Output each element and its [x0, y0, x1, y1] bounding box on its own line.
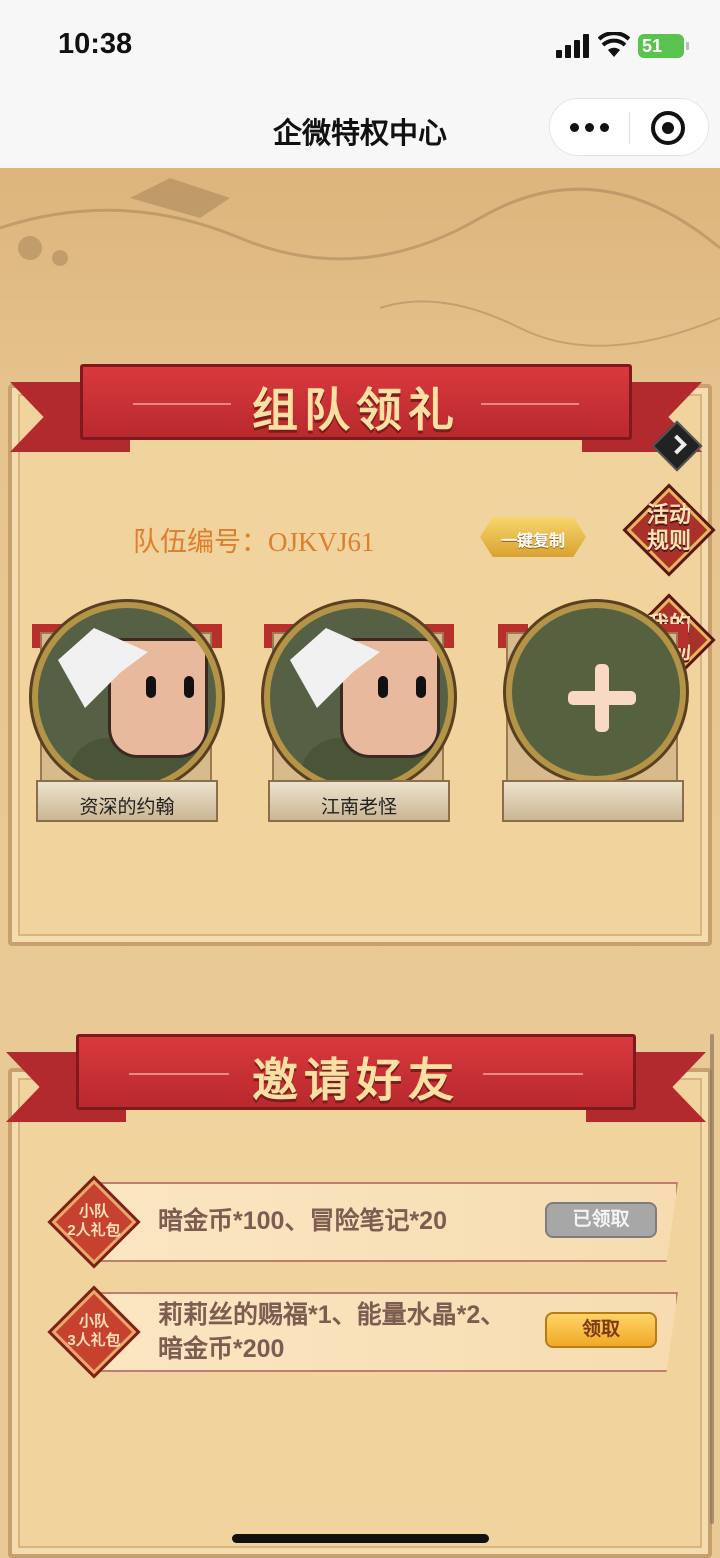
nav-bar: 企微特权中心 — [0, 88, 720, 168]
team-ribbon: 组队领礼 — [10, 364, 702, 452]
signal-icon — [556, 34, 592, 58]
member-name-plate — [502, 780, 684, 822]
reward-text: 暗金币*100、冒险笔记*20 — [158, 1207, 447, 1235]
member-name-plate: 资深的约翰 — [36, 780, 218, 822]
avatar — [32, 602, 222, 792]
copy-button[interactable]: 一键复制 — [480, 517, 586, 557]
team-gift-badge: 小队 3人礼包 — [48, 1286, 140, 1378]
invite-member-slot[interactable] — [498, 602, 688, 832]
add-member-button[interactable] — [506, 602, 686, 782]
mini-program-capsule — [549, 98, 709, 156]
map-illustration — [0, 178, 720, 347]
reward-row: 小队 3人礼包 莉莉丝的赐福*1、能量水晶*2、 暗金币*200 领取 — [48, 1286, 678, 1378]
invite-section-title: 邀请好友 — [252, 1054, 460, 1106]
team-id-label: 队伍编号：OJKVJ61 — [133, 527, 375, 557]
reward-row: 小队 2人礼包 暗金币*100、冒险笔记*20 已领取 — [48, 1176, 678, 1268]
status-bar: 10:38 51 — [0, 0, 720, 88]
plus-icon — [568, 664, 636, 732]
reward-text: 莉莉丝的赐福*1、能量水晶*2、 暗金币*200 — [158, 1301, 506, 1363]
more-icon[interactable] — [570, 121, 610, 135]
close-mini-program-icon[interactable] — [651, 111, 685, 145]
chevron-right-icon — [667, 434, 687, 455]
member-name-plate: 江南老怪 — [268, 780, 450, 822]
wifi-icon — [598, 32, 630, 57]
home-indicator[interactable] — [232, 1534, 489, 1543]
claimed-button[interactable]: 已领取 — [545, 1202, 657, 1238]
team-member-card[interactable]: 江南老怪 — [264, 602, 454, 832]
team-section-title: 组队领礼 — [252, 384, 460, 436]
battery-icon: 51 — [638, 34, 689, 58]
status-time: 10:38 — [58, 28, 133, 60]
claim-button[interactable]: 领取 — [545, 1312, 657, 1348]
scrollbar[interactable] — [710, 1034, 714, 1524]
avatar — [264, 602, 454, 792]
activity-rules-button[interactable]: 活动 规则 — [626, 487, 712, 573]
team-gift-badge: 小队 2人礼包 — [48, 1176, 140, 1268]
team-member-card[interactable]: 资深的约翰 — [32, 602, 222, 832]
capsule-divider — [629, 112, 630, 144]
invite-ribbon: 邀请好友 — [6, 1034, 706, 1122]
